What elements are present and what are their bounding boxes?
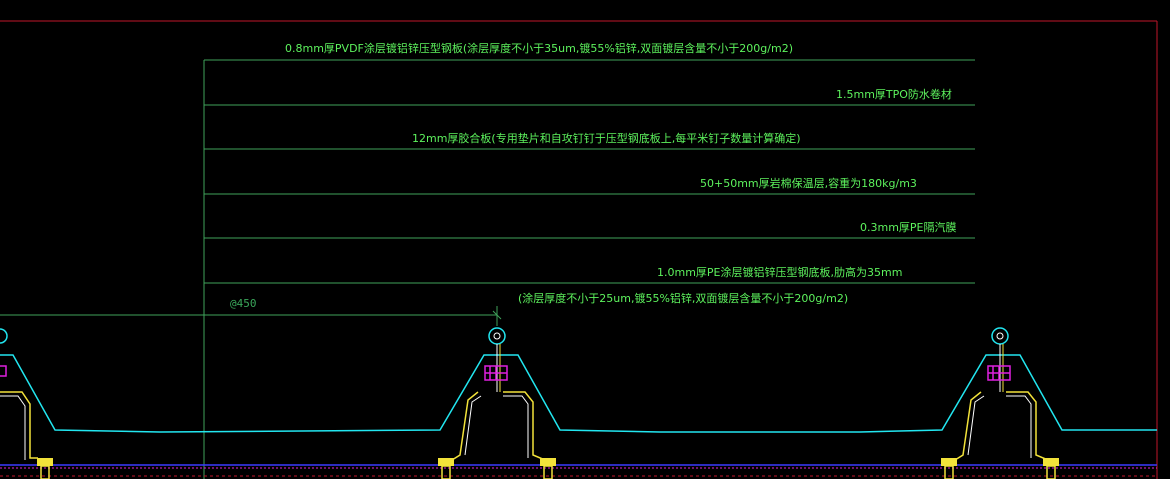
- annotation-layer-5: 0.3mm厚PE隔汽膜: [860, 220, 957, 234]
- ridge-seam-right: [954, 327, 1049, 461]
- washer-icon: [987, 365, 1011, 381]
- washer-icon: [0, 365, 7, 377]
- cad-drawing-canvas: 0.8mm厚PVDF涂层镀铝锌压型钢板(涂层厚度不小于35um,镀55%铝锌,双…: [0, 20, 1158, 479]
- seam-clip-icon: [488, 327, 506, 345]
- annotation-layer-2: 1.5mm厚TPO防水卷材: [836, 87, 952, 101]
- washer-icon: [484, 365, 508, 381]
- annotation-layer-6: 1.0mm厚PE涂层镀铝锌压型钢底板,肋高为35mm: [657, 265, 902, 279]
- roof-profile-outline: [0, 354, 1157, 433]
- ridge-seam-left: [0, 328, 38, 460]
- annotation-layer-4: 50+50mm厚岩棉保温层,容重为180kg/m3: [700, 176, 917, 190]
- annotation-layer-6-note: (涂层厚度不小于25um,镀55%铝锌,双面镀层含量不小于200g/m2): [518, 291, 848, 305]
- base-lines: [0, 464, 1157, 477]
- annotation-layer-3: 12mm厚胶合板(专用垫片和自攻钉钉于压型钢底板上,每平米钉子数量计算确定): [412, 131, 801, 145]
- seam-clip-icon: [991, 327, 1009, 345]
- dimension-label: @450: [230, 297, 257, 310]
- ridge-seam-center: [451, 327, 546, 461]
- seam-clip-icon: [0, 328, 8, 344]
- drawing-frame: [0, 20, 1158, 479]
- annotation-layer-1: 0.8mm厚PVDF涂层镀铝锌压型钢板(涂层厚度不小于35um,镀55%铝锌,双…: [285, 41, 793, 55]
- spacing-dimension: @450: [0, 297, 502, 326]
- annotations: 0.8mm厚PVDF涂层镀铝锌压型钢板(涂层厚度不小于35um,镀55%铝锌,双…: [285, 41, 957, 305]
